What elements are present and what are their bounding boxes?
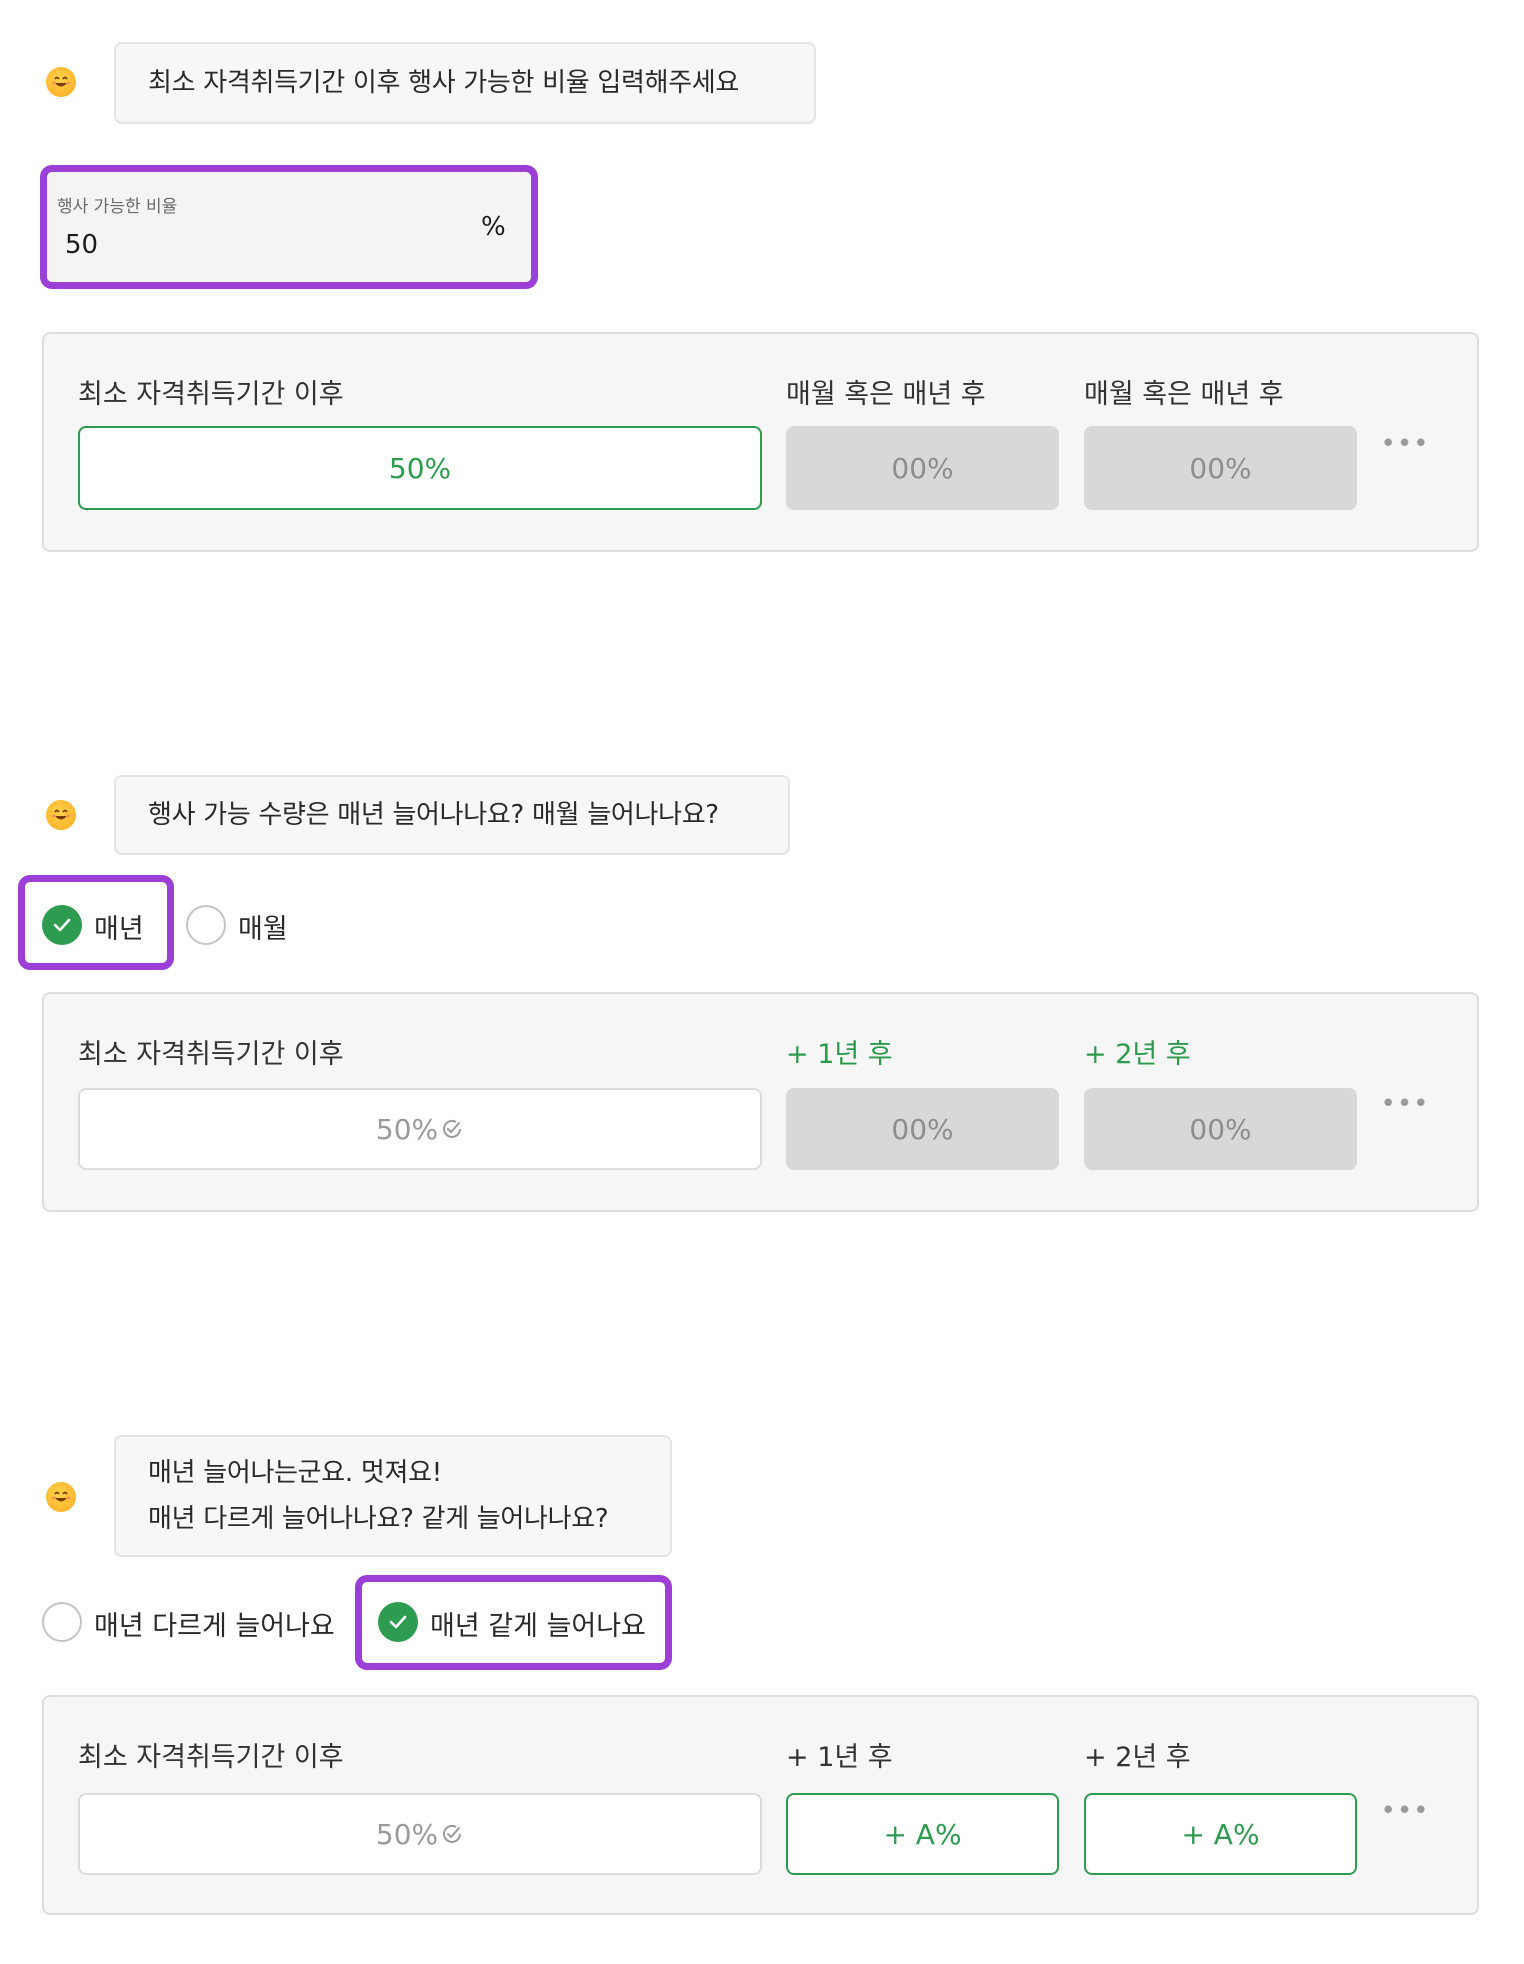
more-dots-text: ••• [1380, 429, 1430, 459]
radio-yearly-label[interactable]: 매년 [94, 907, 144, 946]
check-circle-icon [443, 1119, 462, 1138]
smiling-face-emoji-icon [46, 1482, 76, 1512]
ratio-cell-year-1-value: 00% [891, 1112, 954, 1146]
radio-same-yearly-label[interactable]: 매년 같게 늘어나요 [430, 1604, 646, 1643]
more-dots-icon[interactable]: ••• [1380, 1089, 1430, 1119]
schedule-panel: 최소 자격취득기간 이후 + 1년 후 + 2년 후 50% + A% + A%… [42, 1695, 1479, 1915]
column-label-year-2: + 2년 후 [1084, 1039, 1191, 1070]
ratio-cell-year-2-value: + A% [1181, 1817, 1260, 1851]
ratio-cell-year-2[interactable]: + A% [1084, 1793, 1357, 1875]
more-dots-text: ••• [1380, 1796, 1430, 1826]
column-label-year-2: + 2년 후 [1084, 1742, 1191, 1773]
column-label-year-1: + 1년 후 [786, 1039, 893, 1070]
smiling-face-emoji-icon [46, 67, 76, 97]
radio-different-yearly-label[interactable]: 매년 다르게 늘어나요 [94, 1604, 335, 1643]
question-bubble: 매년 늘어나는군요. 멋져요! 매년 다르게 늘어나나요? 같게 늘어나나요? [114, 1435, 672, 1557]
radio-same-yearly[interactable] [378, 1602, 418, 1642]
question-bubble: 최소 자격취득기간 이후 행사 가능한 비율 입력해주세요 [114, 42, 816, 124]
ratio-cell-period-2-value: 00% [1189, 451, 1252, 485]
check-icon [389, 1615, 407, 1629]
question-text: 최소 자격취득기간 이후 행사 가능한 비율 입력해주세요 [148, 68, 740, 98]
column-label-period-1: 매월 혹은 매년 후 [786, 379, 986, 410]
column-label-initial: 최소 자격취득기간 이후 [78, 379, 344, 410]
ratio-input-value[interactable]: 50 [65, 230, 98, 260]
radio-monthly[interactable] [186, 905, 226, 945]
ratio-cell-initial-value: 50% [375, 1112, 439, 1146]
ratio-cell-year-1: 00% [786, 1088, 1059, 1170]
ratio-cell-year-1-value: + A% [883, 1817, 962, 1851]
question-text-line1: 매년 늘어나는군요. 멋져요! [148, 1458, 442, 1488]
ratio-cell-initial-value: 50% [375, 1817, 439, 1851]
ratio-cell-initial[interactable]: 50% [78, 1088, 762, 1170]
ratio-cell-initial[interactable]: 50% [78, 1793, 762, 1875]
radio-monthly-label[interactable]: 매월 [238, 907, 288, 946]
column-label-year-1: + 1년 후 [786, 1742, 893, 1773]
ratio-cell-initial-value: 50% [388, 451, 452, 485]
column-label-initial: 최소 자격취득기간 이후 [78, 1742, 344, 1773]
ratio-cell-year-2: 00% [1084, 1088, 1357, 1170]
question-text: 행사 가능 수량은 매년 늘어나나요? 매월 늘어나나요? [148, 800, 719, 830]
ratio-input-field[interactable]: 행사 가능한 비율 50 % [47, 172, 531, 282]
check-circle-icon [443, 1824, 462, 1843]
ratio-cell-period-2: 00% [1084, 426, 1357, 510]
more-dots-text: ••• [1380, 1089, 1430, 1119]
question-text-line2: 매년 다르게 늘어나나요? 같게 늘어나나요? [148, 1504, 609, 1534]
more-dots-icon[interactable]: ••• [1380, 1796, 1430, 1826]
radio-different-yearly[interactable] [42, 1602, 82, 1642]
question-bubble: 행사 가능 수량은 매년 늘어나나요? 매월 늘어나나요? [114, 775, 790, 855]
schedule-panel: 최소 자격취득기간 이후 + 1년 후 + 2년 후 50% 00% 00% •… [42, 992, 1479, 1212]
check-icon [53, 918, 71, 932]
ratio-input-unit: % [481, 212, 506, 242]
ratio-cell-initial[interactable]: 50% [78, 426, 762, 510]
ratio-cell-period-1-value: 00% [891, 451, 954, 485]
ratio-cell-year-1[interactable]: + A% [786, 1793, 1059, 1875]
ratio-input-caption: 행사 가능한 비율 [57, 197, 178, 217]
smiling-face-emoji-icon [46, 800, 76, 830]
ratio-cell-period-1: 00% [786, 426, 1059, 510]
ratio-cell-year-2-value: 00% [1189, 1112, 1252, 1146]
schedule-panel: 최소 자격취득기간 이후 매월 혹은 매년 후 매월 혹은 매년 후 50% 0… [42, 332, 1479, 552]
more-dots-icon[interactable]: ••• [1380, 429, 1430, 459]
column-label-period-2: 매월 혹은 매년 후 [1084, 379, 1284, 410]
column-label-initial: 최소 자격취득기간 이후 [78, 1039, 344, 1070]
radio-yearly[interactable] [42, 905, 82, 945]
